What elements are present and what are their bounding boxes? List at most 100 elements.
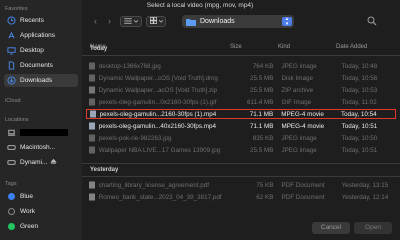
sidebar-item-documents[interactable]: Documents (4, 59, 78, 72)
file-name: charting_library_license_agreement.pdf (98, 181, 209, 189)
column-headers: Name Size Kind Date Added (82, 44, 400, 54)
image-file-icon (88, 146, 97, 154)
file-name: Wallpaper NBA LIVE...17 Games 13909.jpg (98, 146, 221, 154)
file-size: 25.5 MB (250, 74, 274, 82)
sidebar-item-applications[interactable]: Applications (4, 29, 78, 42)
file-row[interactable]: pexels-oleg-gamulin...40x2160-30fps.mp4 7… (86, 121, 396, 131)
group-title-yesterday: Yesterday (90, 167, 119, 173)
file-size: 71.1 MB (250, 122, 274, 130)
file-kind: GIF Image (281, 98, 312, 106)
back-button[interactable]: ‹ (90, 16, 101, 27)
file-date: Today, 10:51 (341, 122, 378, 130)
pdf-file-icon (88, 181, 97, 189)
video-file-icon (89, 110, 98, 118)
redacted-computer-name (20, 129, 68, 136)
file-name: Dynamic Wallpaper...cOS [Void Truth].dmg (98, 74, 218, 82)
file-size: 835 KB (252, 134, 274, 142)
file-date: Today, 10:50 (341, 134, 378, 142)
file-date: Today, 10:51 (341, 146, 378, 154)
file-date: Today, 10:48 (341, 62, 378, 70)
list-view-icon (124, 17, 132, 26)
icloud-heading: iCloud (5, 98, 21, 104)
archive-file-icon (88, 86, 97, 94)
open-button[interactable]: Open (354, 222, 392, 234)
locations-heading: Locations (5, 117, 29, 123)
file-name: Romeo_bank_state...2023_04_39_3817.pdf (98, 193, 222, 201)
column-header-date[interactable]: Date Added (336, 44, 367, 50)
cancel-button[interactable]: Cancel (312, 222, 350, 234)
sidebar-item-computer[interactable] (4, 126, 78, 139)
file-row: pexels-pok-rie-982263.jpg 835 KB JPEG imag… (86, 133, 396, 143)
forward-button[interactable]: › (104, 16, 115, 27)
tags-heading: Tags (5, 181, 17, 187)
tag-dot-icon (7, 223, 15, 230)
file-size: 611.4 MB (246, 98, 274, 106)
file-date: Today, 10:53 (341, 86, 378, 94)
image-file-icon (88, 98, 97, 106)
file-date: Yesterday, 13:15 (341, 181, 389, 189)
file-name: pexels-oleg-gamulin...0x2160-30fps (1).g… (98, 98, 217, 106)
group-title-today: Today (90, 46, 108, 52)
sidebar-item-label: Macintosh... (20, 144, 56, 151)
file-row: Wallpaper NBA LIVE...17 Games 13909.jpg 2… (86, 145, 396, 155)
file-name: pexels-oleg-gamulin...2160-30fps (1).mp4 (99, 110, 217, 118)
file-size: 25.5 MB (250, 146, 274, 154)
tag-dot-icon (7, 193, 15, 200)
sidebar-tag-green[interactable]: Green (4, 220, 78, 233)
image-file-icon (88, 62, 97, 70)
file-kind: JPEG image (281, 62, 317, 70)
sidebar-item-dynamic[interactable]: Dynami... (4, 156, 78, 169)
file-name: desktop-1366x768.jpg (98, 62, 161, 70)
sidebar-tag-blue[interactable]: Blue (4, 190, 78, 203)
download-icon (6, 76, 16, 86)
location-popup[interactable]: Downloads ▴ ▾ (182, 15, 294, 28)
sidebar-item-recents[interactable]: Recents (4, 14, 78, 27)
file-date: Today, 10:54 (341, 110, 377, 118)
sidebar-item-downloads[interactable]: Downloads (4, 74, 78, 87)
chevron-down-icon (133, 19, 139, 25)
column-header-kind[interactable]: Kind (278, 44, 290, 50)
sidebar-item-label: Dynami... (20, 159, 48, 166)
header-divider (82, 55, 400, 56)
pdf-file-icon (88, 193, 97, 201)
folder-icon (186, 18, 196, 26)
sidebar-item-macintosh[interactable]: Macintosh... (4, 141, 78, 154)
file-date: Today, 11:02 (341, 98, 377, 106)
search-icon[interactable] (367, 16, 379, 28)
sidebar-item-label: Recents (20, 17, 44, 24)
file-row: Dynamic Wallpaper...acOS [Void Truth].zi… (86, 85, 396, 95)
file-row: Dynamic Wallpaper...cOS [Void Truth].dmg… (86, 73, 396, 83)
sidebar-tag-work[interactable]: Work (4, 205, 78, 218)
sidebar-item-label: Applications (20, 32, 56, 39)
file-date: Yesterday, 12:14 (341, 193, 389, 201)
file-size: 25.5 MB (250, 86, 274, 94)
sidebar-item-desktop[interactable]: Desktop (4, 44, 78, 57)
sidebar-item-label: Green (20, 223, 39, 230)
column-header-size[interactable]: Size (230, 44, 242, 50)
grid-icon (149, 17, 157, 26)
file-kind: JPEG image (281, 134, 317, 142)
file-kind: PDF Document (281, 193, 325, 201)
clock-icon (6, 16, 16, 26)
eject-icon[interactable] (50, 158, 58, 167)
file-size: 764 KB (252, 62, 274, 70)
desktop-icon (6, 46, 16, 56)
file-kind: MPEG-4 movie (281, 122, 325, 130)
group-button[interactable] (146, 16, 166, 27)
file-row: pexels-oleg-gamulin...0x2160-30fps (1).g… (86, 97, 396, 107)
tag-dot-icon (7, 208, 15, 215)
group-divider (82, 176, 400, 177)
file-name: pexels-oleg-gamulin...40x2160-30fps.mp4 (98, 122, 216, 130)
laptop-icon (6, 128, 16, 138)
file-date: Today, 10:56 (341, 74, 378, 82)
file-row-selected[interactable]: pexels-oleg-gamulin...2160-30fps (1).mp4… (86, 109, 396, 119)
file-kind: JPEG image (281, 146, 317, 154)
sidebar-item-label: Downloads (20, 77, 53, 84)
file-kind: PDF Document (281, 181, 325, 189)
file-kind: Disk Image (281, 74, 313, 82)
sidebar-item-label: Blue (20, 193, 34, 200)
location-label: Downloads (200, 18, 235, 25)
view-mode-button[interactable] (120, 16, 142, 27)
document-icon (6, 61, 16, 71)
file-name: pexels-pok-rie-982263.jpg (98, 134, 172, 142)
